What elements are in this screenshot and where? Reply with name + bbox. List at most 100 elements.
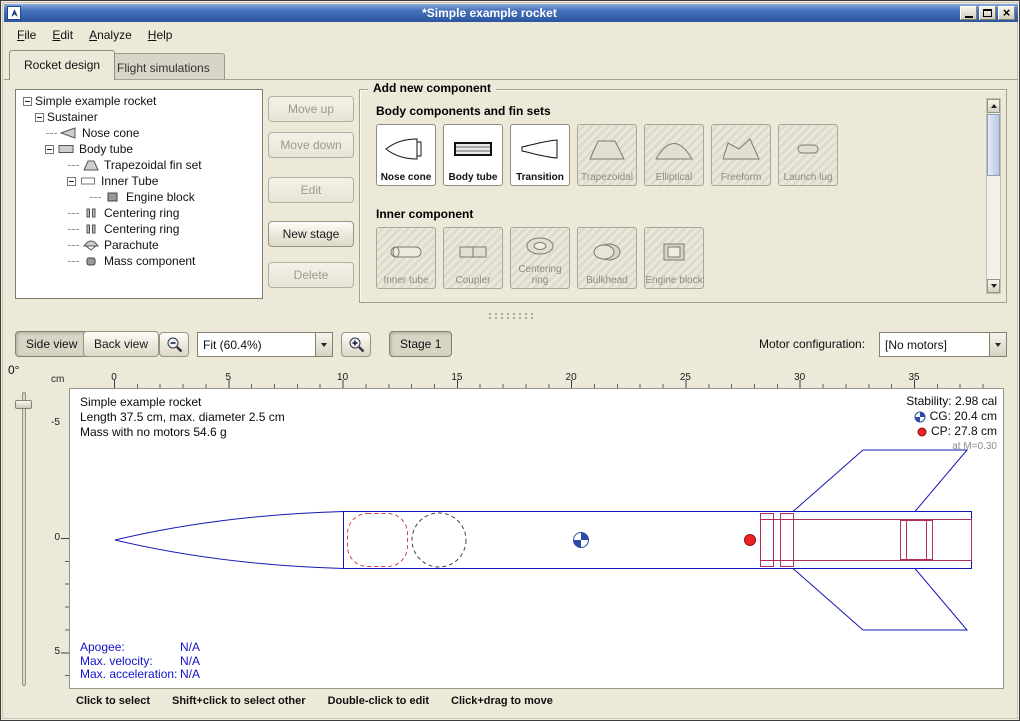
centering-ring-shape[interactable]: [781, 514, 794, 567]
hint-click-select: Click to select: [76, 695, 150, 707]
tree-connector: [46, 133, 57, 134]
body-tube-icon: [451, 136, 495, 162]
tree-item-sustainer[interactable]: Sustainer: [16, 109, 262, 125]
add-engine-block-button[interactable]: Engine block: [644, 227, 704, 289]
dropdown-button[interactable]: [315, 333, 332, 356]
apogee-value: N/A: [180, 641, 200, 655]
tree-item-engine-block[interactable]: Engine block: [16, 189, 262, 205]
body-tube-icon: [57, 143, 75, 155]
tree-connector: [68, 213, 79, 214]
menu-file[interactable]: File: [9, 25, 44, 45]
parachute-icon: [82, 239, 100, 251]
close-button[interactable]: ×: [998, 6, 1015, 20]
zoom-out-icon: [166, 336, 183, 353]
tab-strip-divider: [4, 79, 1018, 80]
chevron-down-icon: [321, 343, 327, 347]
max-acceleration-value: N/A: [180, 668, 200, 682]
fin-set-icon: [82, 159, 100, 171]
tree-item-nose-cone[interactable]: Nose cone: [16, 125, 262, 141]
cp-legend-icon: [917, 427, 927, 437]
motor-configuration-select[interactable]: [No motors]: [879, 332, 1007, 357]
tree-item-body-tube[interactable]: Body tube: [16, 141, 262, 157]
nose-cone-shape[interactable]: [115, 512, 344, 569]
add-coupler-button[interactable]: Coupler: [443, 227, 503, 289]
status-bar: Click to select Shift+click to select ot…: [76, 695, 553, 707]
collapse-handle-icon[interactable]: [35, 113, 44, 122]
zoom-level-value: Fit (60.4%): [198, 333, 315, 356]
vertical-ruler: -5 0 5: [47, 388, 69, 689]
scrollbar-thumb[interactable]: [987, 114, 1000, 176]
tab-flight-simulations[interactable]: Flight simulations: [102, 53, 225, 80]
zoom-in-button[interactable]: [341, 332, 371, 357]
zoom-out-button[interactable]: [159, 332, 189, 357]
add-inner-tube-button[interactable]: Inner tube: [376, 227, 436, 289]
cg-marker: [574, 533, 589, 548]
add-nose-cone-button[interactable]: Nose cone: [376, 124, 436, 186]
move-down-button[interactable]: Move down: [268, 132, 354, 158]
mass-component-shape[interactable]: [412, 513, 466, 567]
inner-tube-shape[interactable]: [761, 520, 972, 561]
ruler-unit-label: cm: [51, 374, 64, 385]
scroll-down-button[interactable]: [987, 279, 1000, 293]
menu-analyze[interactable]: Analyze: [81, 25, 140, 45]
add-body-tube-button[interactable]: Body tube: [443, 124, 503, 186]
parachute-shape[interactable]: [348, 514, 408, 567]
centering-ring-icon: [82, 207, 100, 219]
tree-item-centering-ring-1[interactable]: Centering ring: [16, 205, 262, 221]
rotation-slider-handle[interactable]: [15, 400, 32, 409]
transition-icon: [518, 136, 562, 162]
menu-edit[interactable]: Edit: [44, 25, 81, 45]
tree-connector: [68, 229, 79, 230]
minimize-button[interactable]: [960, 6, 977, 20]
new-stage-button[interactable]: New stage: [268, 221, 354, 247]
menu-help[interactable]: Help: [140, 25, 181, 45]
add-transition-button[interactable]: Transition: [510, 124, 570, 186]
body-tube-shape[interactable]: [344, 512, 972, 569]
scroll-up-button[interactable]: [987, 99, 1000, 113]
mach-note: at M=0.30: [906, 439, 997, 454]
add-launch-lug-button[interactable]: Launch lug: [778, 124, 838, 186]
mass-component-icon: [82, 255, 100, 267]
add-centering-ring-button[interactable]: Centering ring: [510, 227, 570, 289]
stability-block: Stability: 2.98 cal CG: 20.4 cm CP: 27.8…: [906, 394, 997, 454]
add-trapezoidal-fin-button[interactable]: Trapezoidal: [577, 124, 637, 186]
tab-rocket-design[interactable]: Rocket design: [9, 50, 115, 80]
centering-ring-shape[interactable]: [761, 514, 774, 567]
rotation-slider-track[interactable]: [22, 392, 26, 686]
add-component-panel: Add new component Body components and fi…: [359, 89, 1007, 303]
collapse-handle-icon[interactable]: [67, 177, 76, 186]
fin-bottom-shape[interactable]: [793, 569, 967, 631]
move-up-button[interactable]: Move up: [268, 96, 354, 122]
side-view-button[interactable]: Side view: [15, 331, 88, 357]
collapse-handle-icon[interactable]: [23, 97, 32, 106]
tree-item-mass-component[interactable]: Mass component: [16, 253, 262, 269]
collapse-handle-icon[interactable]: [45, 145, 54, 154]
delete-button[interactable]: Delete: [268, 262, 354, 288]
rocket-design-canvas[interactable]: Simple example rocket Length 37.5 cm, ma…: [69, 388, 1004, 689]
edit-button[interactable]: Edit: [268, 177, 354, 203]
engine-block-icon: [104, 191, 122, 203]
stage-1-toggle[interactable]: Stage 1: [389, 331, 452, 357]
back-view-button[interactable]: Back view: [83, 331, 159, 357]
coupler-icon: [451, 239, 495, 265]
add-elliptical-fin-button[interactable]: Elliptical: [644, 124, 704, 186]
motor-configuration-label: Motor configuration:: [759, 337, 865, 351]
panel-splitter[interactable]: [1, 308, 1020, 320]
add-bulkhead-button[interactable]: Bulkhead: [577, 227, 637, 289]
add-freeform-fin-button[interactable]: Freeform: [711, 124, 771, 186]
tree-item-inner-tube[interactable]: Inner Tube: [16, 173, 262, 189]
zoom-level-select[interactable]: Fit (60.4%): [197, 332, 333, 357]
component-tree: Simple example rocket Sustainer Nose con…: [15, 89, 263, 299]
component-panel-scrollbar[interactable]: [986, 98, 1001, 294]
app-icon[interactable]: [7, 6, 21, 20]
tree-item-fin-set[interactable]: Trapezoidal fin set: [16, 157, 262, 173]
fin-top-shape[interactable]: [793, 450, 967, 512]
maximize-button[interactable]: [979, 6, 996, 20]
tree-item-centering-ring-2[interactable]: Centering ring: [16, 221, 262, 237]
cg-legend-icon: [914, 411, 926, 423]
cp-marker: [745, 535, 756, 546]
engine-block-shape[interactable]: [901, 521, 933, 560]
dropdown-button[interactable]: [989, 333, 1006, 356]
tree-item-parachute[interactable]: Parachute: [16, 237, 262, 253]
tree-item-rocket[interactable]: Simple example rocket: [16, 93, 262, 109]
